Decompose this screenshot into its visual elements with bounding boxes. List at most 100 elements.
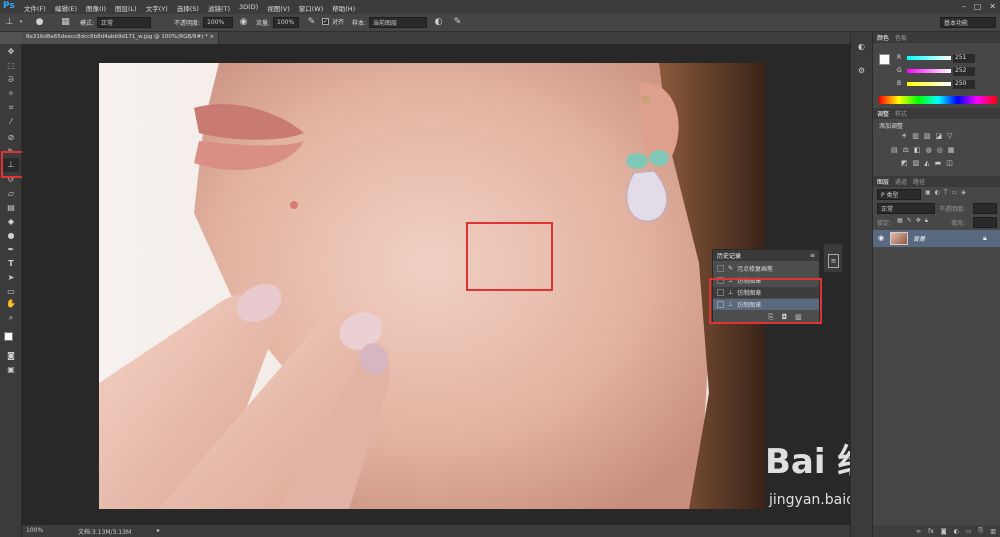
path-select-tool-icon[interactable]: ➤ [3, 272, 19, 283]
posterize-icon[interactable]: ▧ [913, 159, 920, 167]
mode-select[interactable]: 正常 [97, 17, 152, 28]
airbrush-icon[interactable]: ✎ [306, 17, 317, 28]
move-tool-icon[interactable]: ✥ [3, 46, 19, 57]
photo-filter-icon[interactable]: ◍ [926, 146, 932, 154]
panel-menu-icon[interactable]: ≡ [810, 252, 815, 259]
link-layers-icon[interactable]: ∞ [916, 528, 921, 535]
document-tab[interactable]: 8e316d8a65deecc8dcc6b8d4abb9d171_w.jpg @… [22, 32, 220, 44]
tool-preset[interactable]: ⊥ ▾ [4, 17, 24, 28]
brightness-icon[interactable]: ☀ [901, 132, 907, 140]
properties-dock-icon[interactable]: ⚙ [855, 66, 868, 77]
invert-icon[interactable]: ◩ [901, 159, 908, 167]
sample-select[interactable]: 当前图层 [369, 17, 428, 28]
blend-mode-select[interactable]: 正常 [877, 203, 935, 214]
pen-tool-icon[interactable]: ✒ [3, 244, 19, 255]
menu-select[interactable]: 选择(S) [177, 3, 199, 13]
lasso-tool-icon[interactable]: ᘐ [3, 74, 19, 85]
vibrance-icon[interactable]: ▽ [947, 132, 952, 140]
menu-type[interactable]: 文字(Y) [146, 3, 168, 13]
foreground-color-swatch[interactable] [4, 332, 13, 341]
pressure-opacity-icon[interactable]: ◉ [238, 17, 249, 28]
curves-icon[interactable]: ▨ [924, 132, 931, 140]
zoom-level[interactable]: 100% [26, 527, 43, 534]
healing-brush-tool-icon[interactable]: ⊘ [3, 132, 19, 143]
eraser-tool-icon[interactable]: ▱ [3, 188, 19, 199]
screen-mode-icon[interactable]: ▣ [3, 364, 19, 375]
opacity-input[interactable]: 100% [203, 17, 234, 28]
aligned-checkbox[interactable]: ✓ [322, 18, 329, 25]
menu-image[interactable]: 图像(I) [86, 3, 106, 13]
type-tool-icon[interactable]: T [3, 258, 19, 269]
color-dock-icon[interactable]: ◐ [855, 42, 868, 53]
new-adjustment-icon[interactable]: ◐ [954, 528, 959, 535]
lock-paint-icon[interactable]: ✎ [907, 217, 912, 225]
crop-tool-icon[interactable]: ⌗ [3, 102, 19, 113]
threshold-icon[interactable]: ◭ [924, 159, 929, 167]
tab-adjustments[interactable]: 调整 [877, 109, 889, 118]
fill-input[interactable] [973, 217, 997, 228]
close-icon[interactable]: ✕ [989, 2, 996, 11]
document-photo[interactable] [99, 63, 765, 509]
menu-file[interactable]: 文件(F) [24, 3, 46, 13]
b-value[interactable]: 250 [953, 80, 975, 89]
tab-swatches[interactable]: 色板 [895, 33, 907, 42]
menu-layer[interactable]: 图层(L) [115, 3, 137, 13]
history-snapshot-checkbox[interactable] [717, 265, 724, 272]
g-slider[interactable] [907, 69, 951, 73]
exposure-icon[interactable]: ◪ [936, 132, 943, 140]
adjust-filter-icon[interactable]: ◐ [935, 189, 940, 196]
layer-style-icon[interactable]: fx [928, 528, 934, 535]
flow-input[interactable]: 100% [273, 17, 300, 28]
menu-window[interactable]: 窗口(W) [299, 3, 324, 13]
marquee-tool-icon[interactable]: ⬚ [3, 60, 19, 71]
history-item[interactable]: ✎ 污点修复画笔 [713, 263, 819, 274]
eyedropper-tool-icon[interactable]: ⁄ [3, 116, 19, 127]
menu-help[interactable]: 帮助(H) [332, 3, 355, 13]
gradient-map-icon[interactable]: ▬ [935, 159, 942, 167]
close-tab-icon[interactable]: × [210, 34, 215, 40]
brush-size-icon[interactable]: ● [34, 17, 45, 28]
r-value[interactable]: 251 [953, 54, 975, 63]
foreground-swatch[interactable] [879, 54, 890, 65]
minimize-icon[interactable]: – [962, 2, 966, 11]
hue-icon[interactable]: ▤ [891, 146, 898, 154]
eye-icon[interactable]: ◉ [878, 234, 884, 242]
clone-source-icon[interactable]: ▦ [60, 17, 71, 28]
menu-edit[interactable]: 编辑(E) [55, 3, 77, 13]
history-dock-icon[interactable]: ≡ [828, 254, 839, 268]
workspace-select[interactable]: 基本功能 [940, 17, 996, 28]
ignore-adjustment-icon[interactable]: ◐ [433, 17, 444, 28]
status-menu-icon[interactable]: ▸ [157, 527, 160, 534]
selective-color-icon[interactable]: ◫ [946, 159, 953, 167]
menu-filter[interactable]: 滤镜(T) [208, 3, 230, 13]
new-layer-icon[interactable]: ⎘ [979, 527, 984, 535]
smart-filter-icon[interactable]: ◈ [961, 189, 966, 196]
lookup-icon[interactable]: ▦ [948, 146, 955, 154]
shape-tool-icon[interactable]: ▭ [3, 286, 19, 297]
add-mask-icon[interactable]: ◙ [941, 528, 947, 535]
zoom-tool-icon[interactable]: ⌕ [3, 312, 19, 323]
menu-view[interactable]: 视图(V) [267, 3, 290, 13]
layer-opacity-input[interactable] [973, 203, 997, 214]
pressure-size-icon[interactable]: ✎ [452, 17, 463, 28]
blur-tool-icon[interactable]: ◆ [3, 216, 19, 227]
bw-icon[interactable]: ◧ [914, 146, 921, 154]
delete-layer-icon[interactable]: ▥ [990, 528, 996, 535]
hand-tool-icon[interactable]: ✋ [3, 298, 19, 309]
b-slider[interactable] [907, 82, 951, 86]
tab-styles[interactable]: 样式 [895, 109, 907, 118]
g-value[interactable]: 252 [953, 67, 975, 76]
gradient-tool-icon[interactable]: ▤ [3, 202, 19, 213]
r-slider[interactable] [907, 56, 951, 60]
color-balance-icon[interactable]: ⚖ [903, 146, 909, 154]
shape-filter-icon[interactable]: ▭ [952, 189, 958, 196]
dodge-tool-icon[interactable]: ● [3, 230, 19, 241]
tab-paths[interactable]: 路径 [913, 177, 925, 186]
layer-row-background[interactable]: ◉ 背景 🔒︎ [873, 230, 1000, 247]
pixel-filter-icon[interactable]: ▣ [925, 189, 931, 196]
quick-select-tool-icon[interactable]: ✧ [3, 88, 19, 99]
channel-mixer-icon[interactable]: ◎ [937, 146, 943, 154]
type-filter-icon[interactable]: T [944, 189, 948, 196]
tab-channels[interactable]: 通道 [895, 177, 907, 186]
lock-all-icon[interactable]: 🔒︎ [925, 217, 928, 225]
